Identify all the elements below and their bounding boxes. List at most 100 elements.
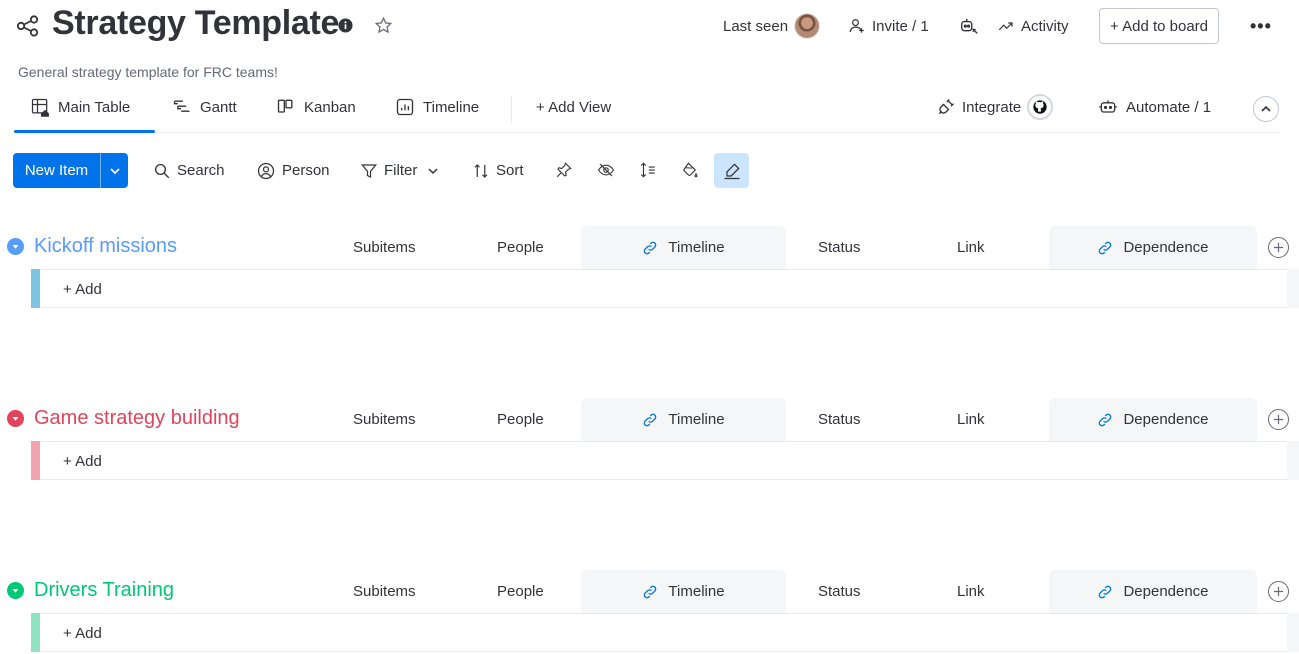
row-end-rail: [1287, 441, 1299, 480]
column-header-link[interactable]: Link: [957, 583, 985, 600]
add-column-button[interactable]: [1268, 581, 1289, 602]
column-header-subitems[interactable]: Subitems: [353, 411, 416, 428]
sort-button[interactable]: Sort: [472, 153, 524, 188]
activity-button[interactable]: Activity: [997, 8, 1069, 44]
collapse-header-button[interactable]: [1253, 96, 1279, 122]
filter-icon: [360, 163, 378, 178]
hide-icon[interactable]: [596, 160, 616, 180]
invite-button[interactable]: Invite / 1: [848, 8, 929, 44]
column-header-link[interactable]: Link: [957, 239, 985, 256]
add-item-label[interactable]: + Add: [63, 281, 102, 298]
avatar[interactable]: [794, 13, 821, 39]
column-header-dependence[interactable]: Dependence: [1049, 226, 1257, 269]
search-icon: [154, 163, 170, 178]
tab-label: Gantt: [200, 98, 237, 116]
add-item-row[interactable]: [31, 441, 1299, 480]
integrate-label: Integrate: [962, 98, 1022, 116]
column-label: Timeline: [668, 411, 725, 428]
column-header-subitems[interactable]: Subitems: [353, 239, 416, 256]
link-icon: [644, 585, 657, 598]
integration-robot-icon[interactable]: [958, 16, 980, 43]
add-column-button[interactable]: [1268, 409, 1289, 430]
info-icon[interactable]: [338, 18, 353, 33]
group-title[interactable]: Kickoff missions: [34, 235, 177, 258]
pen-icon: [724, 162, 740, 179]
activity-label: Activity: [1021, 17, 1069, 35]
group-color-bar: [31, 269, 40, 308]
plus-icon: [1273, 414, 1284, 425]
column-header-status[interactable]: Status: [818, 411, 861, 428]
board-title[interactable]: Strategy Template: [52, 4, 339, 43]
add-to-board-button[interactable]: + Add to board: [1099, 8, 1219, 44]
new-item-dropdown[interactable]: [101, 153, 128, 188]
tab-main-table[interactable]: Main Table: [30, 92, 130, 122]
search-label: Search: [177, 162, 225, 179]
invite-label: Invite / 1: [872, 17, 929, 35]
add-column-button[interactable]: [1268, 237, 1289, 258]
column-header-people[interactable]: People: [497, 239, 544, 256]
column-header-status[interactable]: Status: [818, 583, 861, 600]
group-collapse-toggle[interactable]: [7, 582, 24, 599]
format-pen-button[interactable]: [714, 153, 749, 188]
chevron-down-icon: [12, 417, 19, 421]
person-icon: [257, 162, 275, 179]
column-header-dependence[interactable]: Dependence: [1049, 570, 1257, 613]
link-icon: [1099, 585, 1112, 598]
pin-icon[interactable]: [554, 160, 574, 180]
tab-timeline[interactable]: Timeline: [395, 92, 479, 122]
integrate-button[interactable]: Integrate: [936, 92, 1054, 122]
column-header-link[interactable]: Link: [957, 411, 985, 428]
star-icon[interactable]: [374, 16, 393, 35]
last-seen[interactable]: Last seen: [723, 8, 821, 44]
share-icon[interactable]: [16, 14, 40, 38]
column-header-subitems[interactable]: Subitems: [353, 583, 416, 600]
paint-bucket-icon[interactable]: [680, 160, 700, 180]
row-height-icon[interactable]: [638, 160, 658, 180]
link-icon: [644, 413, 657, 426]
add-item-row[interactable]: [31, 613, 1299, 652]
person-filter-button[interactable]: Person: [256, 153, 330, 188]
more-menu-icon[interactable]: •••: [1250, 16, 1272, 37]
tab-kanban[interactable]: Kanban: [276, 92, 356, 122]
active-tab-underline: [14, 130, 155, 133]
filter-button[interactable]: Filter: [360, 153, 445, 188]
add-item-label[interactable]: + Add: [63, 625, 102, 642]
column-label: Dependence: [1123, 411, 1209, 428]
group-collapse-toggle[interactable]: [7, 410, 24, 427]
last-seen-label: Last seen: [723, 17, 789, 35]
tab-label: Kanban: [304, 98, 356, 116]
automate-label: Automate / 1: [1126, 98, 1212, 116]
search-button[interactable]: Search: [153, 153, 225, 188]
chevron-up-icon: [1261, 105, 1271, 112]
table-home-icon: [31, 98, 49, 117]
group-title[interactable]: Drivers Training: [34, 579, 174, 602]
column-header-timeline[interactable]: Timeline: [581, 570, 786, 613]
add-view-button[interactable]: + Add View: [536, 92, 611, 122]
board-description[interactable]: General strategy template for FRC teams!: [18, 64, 278, 80]
column-header-status[interactable]: Status: [818, 239, 861, 256]
link-icon: [644, 241, 657, 254]
person-label: Person: [282, 162, 330, 179]
column-header-timeline[interactable]: Timeline: [581, 398, 786, 441]
link-icon: [1099, 241, 1112, 254]
column-label: Dependence: [1123, 583, 1209, 600]
column-header-dependence[interactable]: Dependence: [1049, 398, 1257, 441]
new-item-button[interactable]: New Item: [13, 153, 128, 188]
column-label: Dependence: [1123, 239, 1209, 256]
robot-icon: [1099, 100, 1117, 113]
chevron-down-icon: [109, 167, 120, 174]
tabs-divider: [14, 132, 1279, 133]
group-collapse-toggle[interactable]: [7, 238, 24, 255]
column-header-people[interactable]: People: [497, 411, 544, 428]
column-header-people[interactable]: People: [497, 583, 544, 600]
column-header-timeline[interactable]: Timeline: [581, 226, 786, 269]
group-title[interactable]: Game strategy building: [34, 407, 240, 430]
add-item-label[interactable]: + Add: [63, 453, 102, 470]
automate-button[interactable]: Automate / 1: [1098, 92, 1211, 122]
filter-label: Filter: [384, 162, 418, 179]
gantt-icon: [173, 100, 190, 112]
sort-icon: [474, 163, 488, 178]
tab-gantt[interactable]: Gantt: [172, 92, 237, 122]
new-item-label[interactable]: New Item: [13, 153, 100, 188]
add-item-row[interactable]: [31, 269, 1299, 308]
